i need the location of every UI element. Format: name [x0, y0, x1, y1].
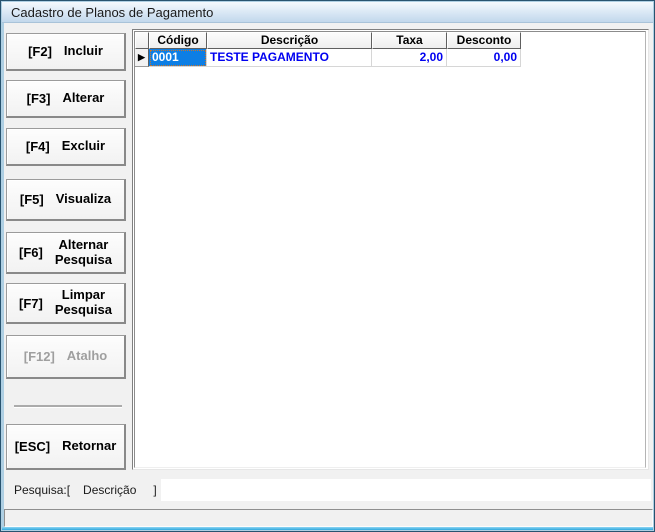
alternar-pesquisa-button[interactable]: [F6] Alternar Pesquisa	[6, 232, 126, 274]
incluir-key-label: [F2]	[28, 44, 52, 59]
row-indicator-arrow-icon: ▶	[135, 49, 149, 67]
retornar-label: Retornar	[62, 439, 116, 454]
excluir-label: Excluir	[62, 139, 105, 154]
limpar-pesquisa-label: Limpar Pesquisa	[55, 288, 112, 318]
grid-header-desconto[interactable]: Desconto	[447, 32, 521, 49]
limpar-pesquisa-button[interactable]: [F7] Limpar Pesquisa	[6, 283, 126, 324]
cell-taxa[interactable]: 2,00	[372, 49, 447, 67]
alterar-button[interactable]: [F3] Alterar	[6, 80, 126, 118]
table-row[interactable]: ▶ 0001 TESTE PAGAMENTO 2,00 0,00	[135, 49, 645, 67]
retornar-button[interactable]: [ESC] Retornar	[6, 424, 126, 470]
grid-header-codigo[interactable]: Código	[149, 32, 207, 49]
search-input[interactable]	[161, 479, 651, 501]
client-area: [F2] Incluir [F3] Alterar [F4] Excluir […	[4, 23, 653, 529]
alterar-label: Alterar	[62, 91, 104, 106]
alternar-pesquisa-label: Alternar Pesquisa	[55, 238, 112, 268]
grid-panel: Código Descrição Taxa Desconto ▶ 0001 TE…	[132, 29, 649, 470]
sidebar-divider	[14, 405, 122, 407]
cell-codigo-selected[interactable]: 0001	[149, 49, 207, 67]
alterar-key-label: [F3]	[27, 91, 51, 106]
grid-header-descricao[interactable]: Descrição	[207, 32, 372, 49]
visualiza-key-label: [F5]	[20, 192, 44, 207]
search-label: Pesquisa:[ Descrição ]	[14, 483, 157, 497]
alternar-pesquisa-key-label: [F6]	[19, 245, 43, 260]
cell-descricao[interactable]: TESTE PAGAMENTO	[207, 49, 372, 67]
visualiza-button[interactable]: [F5] Visualiza	[6, 179, 126, 221]
status-bar	[4, 509, 653, 527]
retornar-key-label: [ESC]	[15, 439, 50, 454]
grid-header-taxa[interactable]: Taxa	[372, 32, 447, 49]
incluir-label: Incluir	[64, 44, 103, 59]
window-title: Cadastro de Planos de Pagamento	[11, 5, 213, 20]
limpar-pesquisa-key-label: [F7]	[19, 296, 43, 311]
incluir-button[interactable]: [F2] Incluir	[6, 33, 126, 71]
cell-desconto[interactable]: 0,00	[447, 49, 521, 67]
atalho-key-label: [F12]	[24, 349, 55, 364]
excluir-key-label: [F4]	[26, 139, 50, 154]
grid-header-indicator	[135, 32, 149, 49]
search-label-prefix: Pesquisa:[	[14, 483, 70, 497]
payment-plans-grid: Código Descrição Taxa Desconto ▶ 0001 TE…	[134, 31, 646, 468]
search-row: Pesquisa:[ Descrição ]	[4, 479, 653, 501]
excluir-button[interactable]: [F4] Excluir	[6, 128, 126, 166]
window-titlebar[interactable]: Cadastro de Planos de Pagamento	[2, 2, 653, 23]
visualiza-label: Visualiza	[56, 192, 111, 207]
atalho-label: Atalho	[67, 349, 107, 364]
app-window: Cadastro de Planos de Pagamento [F2] Inc…	[0, 0, 655, 532]
search-label-suffix: ]	[153, 483, 156, 497]
search-field-name: Descrição	[83, 483, 136, 497]
atalho-button-disabled: [F12] Atalho	[6, 335, 126, 379]
grid-header-row: Código Descrição Taxa Desconto	[135, 32, 645, 49]
